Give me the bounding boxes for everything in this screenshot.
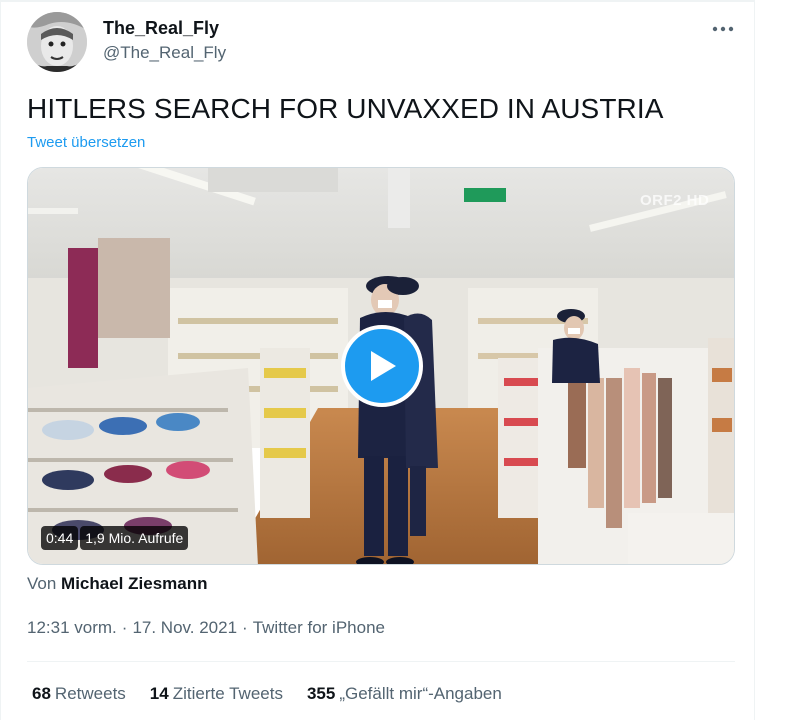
video-badges: 0:44 1,9 Mio. Aufrufe — [41, 526, 189, 550]
user-avatar-photo-icon — [27, 12, 87, 72]
display-name[interactable]: The_Real_Fly — [103, 18, 219, 39]
broadcaster-logo: ORF2 HD — [640, 192, 710, 209]
tweet-metadata: 12:31 vorm. · 17. Nov. 2021 · Twitter for iP… — [27, 618, 385, 638]
quote-tweets-label: Zitierte Tweets — [172, 684, 283, 703]
more-options-button[interactable] — [706, 14, 740, 44]
user-handle[interactable]: @The_Real_Fly — [103, 43, 226, 63]
likes-stat-link[interactable]: 355 „Gefällt mir“-Angaben — [307, 684, 502, 704]
likes-count: 355 — [306, 684, 336, 703]
engagement-stats: 68 Retweets 14 Zitierte Tweets 355 „Gefällt… — [32, 684, 526, 704]
video-duration-badge: 0:44 — [41, 526, 79, 550]
avatar[interactable] — [27, 12, 87, 72]
likes-label: „Gefällt mir“-Angaben — [339, 684, 502, 703]
ellipsis-icon — [712, 26, 734, 32]
retweets-stat-link[interactable]: 68 Retweets — [32, 684, 126, 704]
video-views-badge: 1,9 Mio. Aufrufe — [80, 526, 189, 550]
quote-tweets-count: 14 — [149, 684, 169, 703]
tweet-text: HITLERS SEARCH FOR UNVAXXED IN AUSTRIA — [27, 93, 664, 124]
tweet-date-link[interactable]: 17. Nov. 2021 — [132, 618, 237, 637]
tweet-time-link[interactable]: 12:31 vorm. — [27, 618, 117, 637]
meta-separator: · — [242, 618, 248, 637]
divider — [27, 661, 735, 662]
meta-separator: · — [121, 618, 128, 637]
retweets-count: 68 — [32, 684, 51, 703]
video-player[interactable]: ORF2 HD 0:44 1,9 Mio. Aufrufe — [27, 167, 735, 565]
frame-left-border — [0, 0, 1, 720]
frame-right-border — [754, 0, 755, 720]
play-icon — [371, 351, 396, 381]
video-source-prefix: Von — [27, 574, 57, 593]
video-source-line: Von Michael Ziesmann — [27, 574, 207, 594]
translate-tweet-link[interactable]: Tweet übersetzen — [27, 134, 145, 151]
frame-top-border — [0, 0, 755, 2]
video-source-author-link[interactable]: Michael Ziesmann — [61, 574, 207, 593]
tweet-client-link[interactable]: Twitter for iPhone — [253, 618, 385, 637]
retweets-label: Retweets — [54, 684, 126, 703]
quote-tweets-stat-link[interactable]: 14 Zitierte Tweets — [150, 684, 283, 704]
play-button[interactable] — [341, 325, 423, 407]
